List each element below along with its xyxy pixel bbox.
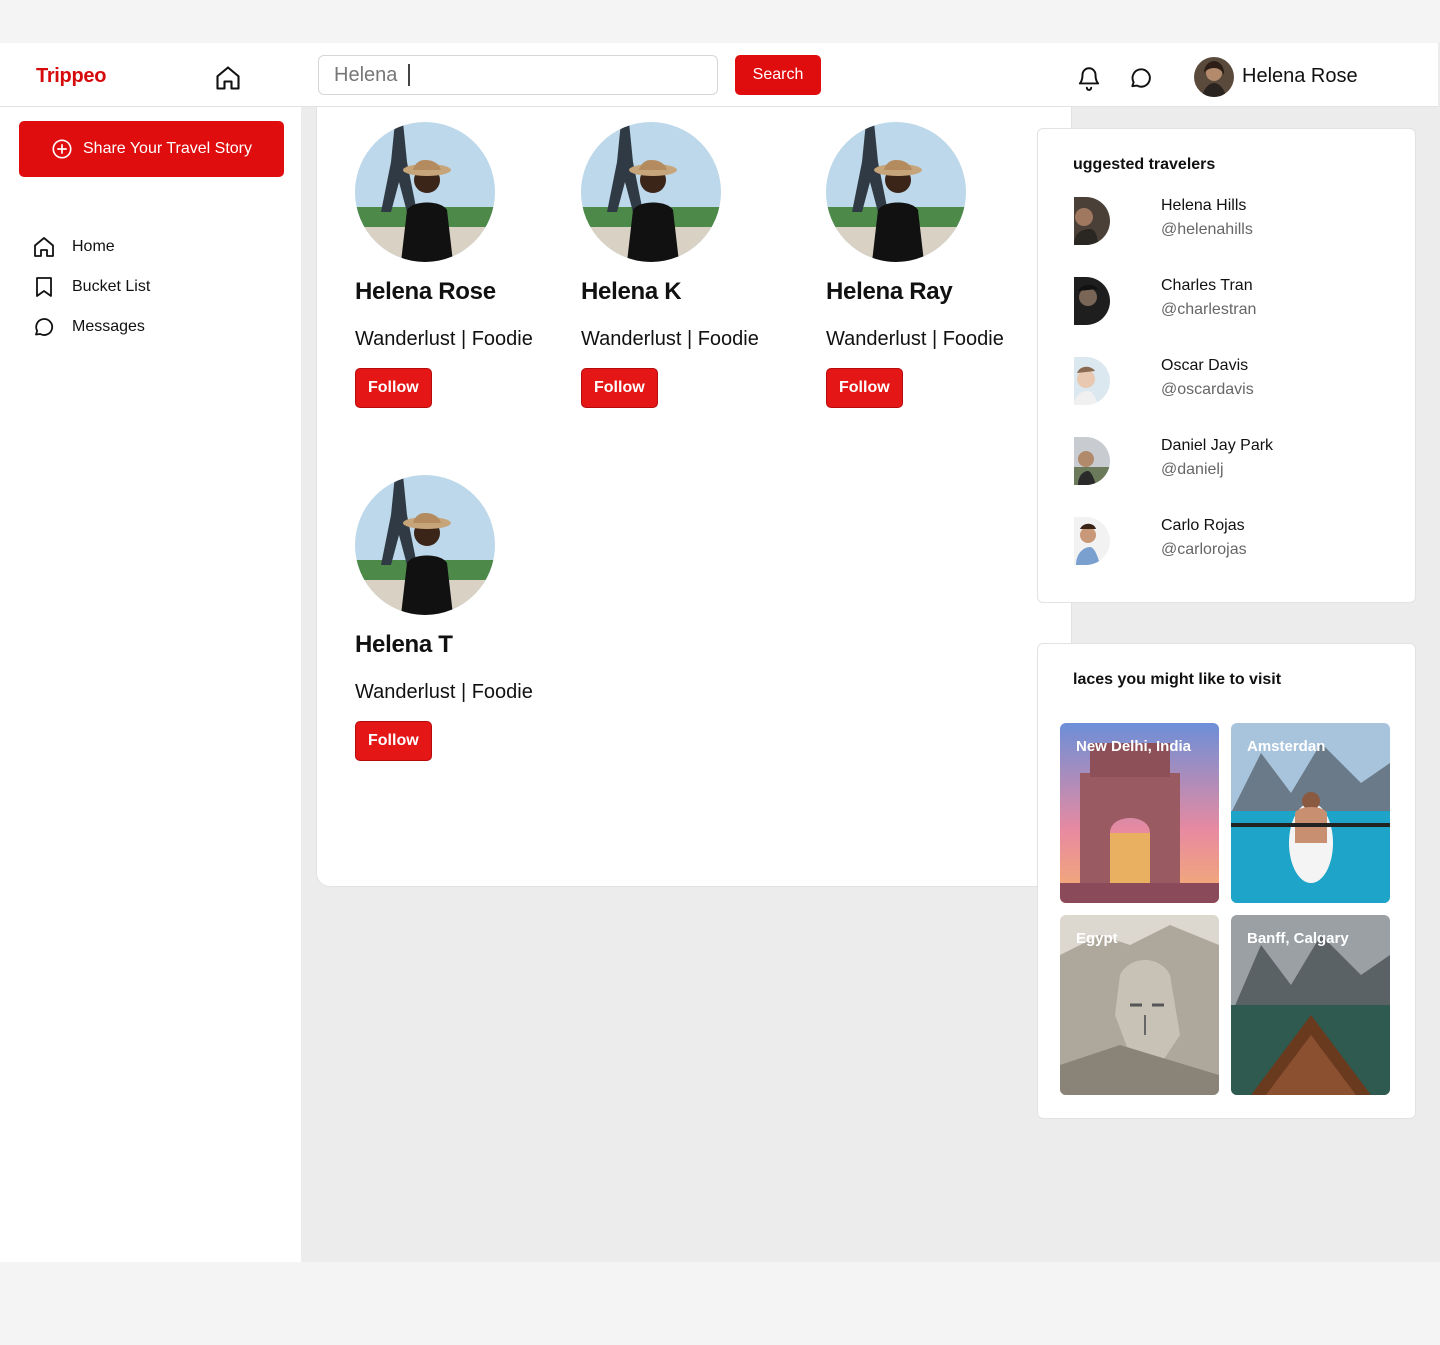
result-card: Helena Ray Wanderlust | Foodie Follow	[826, 122, 1046, 408]
app-frame: Trippeo Search Helena Rose Share Your Tr…	[0, 43, 1440, 1262]
traveler-name: Carlo Rojas	[1161, 517, 1245, 534]
traveler-item[interactable]: Daniel Jay Park @danielj	[1074, 437, 1394, 487]
search-input[interactable]	[318, 55, 718, 95]
text-cursor	[408, 64, 410, 86]
follow-button[interactable]: Follow	[355, 721, 432, 761]
share-story-button[interactable]: Share Your Travel Story	[19, 121, 284, 177]
home-icon[interactable]	[214, 64, 242, 92]
places-panel: laces you might like to visit New Delhi,…	[1037, 643, 1416, 1119]
bookmark-icon	[36, 277, 52, 297]
traveler-name: Helena Hills	[1161, 197, 1247, 214]
logo[interactable]: Trippeo	[36, 65, 106, 88]
chat-icon[interactable]	[1128, 65, 1154, 91]
sidebar-item-bucket-list[interactable]: Bucket List	[32, 275, 150, 299]
place-card[interactable]: New Delhi, India	[1060, 723, 1219, 903]
top-header: Trippeo Search Helena Rose	[0, 43, 1438, 107]
bell-icon[interactable]	[1076, 65, 1102, 91]
avatar	[1074, 277, 1110, 325]
result-avatar[interactable]	[355, 475, 495, 615]
traveler-name: Oscar Davis	[1161, 357, 1249, 374]
sidebar-item-label: Bucket List	[72, 278, 151, 295]
search-button[interactable]: Search	[735, 55, 821, 95]
result-card: Helena T Wanderlust | Foodie Follow	[355, 475, 575, 761]
suggested-travelers-panel: uggested travelers Helena Hills @helenah…	[1037, 128, 1416, 603]
avatar	[1074, 437, 1110, 485]
place-label: Amsterdan	[1247, 738, 1326, 755]
follow-button[interactable]: Follow	[355, 368, 432, 408]
result-avatar[interactable]	[581, 122, 721, 262]
follow-button[interactable]: Follow	[581, 368, 658, 408]
result-avatar[interactable]	[826, 122, 966, 262]
traveler-handle: @oscardavis	[1161, 381, 1254, 398]
avatar	[1074, 517, 1110, 565]
result-tags: Wanderlust | Foodie	[826, 328, 1004, 350]
avatar	[1074, 357, 1110, 405]
traveler-handle: @danielj	[1161, 461, 1224, 478]
search-results-panel: Helena Rose Wanderlust | Foodie Follow H…	[316, 107, 1072, 887]
plus-circle-icon	[52, 139, 72, 159]
result-tags: Wanderlust | Foodie	[581, 328, 759, 350]
sidebar: Share Your Travel Story Home Bucket List…	[0, 107, 301, 1262]
place-label: Egypt	[1076, 930, 1118, 947]
result-name[interactable]: Helena Rose	[355, 278, 575, 306]
result-tags: Wanderlust | Foodie	[355, 681, 533, 703]
traveler-item[interactable]: Helena Hills @helenahills	[1074, 197, 1394, 247]
avatar	[1074, 197, 1110, 245]
result-card: Helena K Wanderlust | Foodie Follow	[581, 122, 801, 408]
result-name[interactable]: Helena Ray	[826, 278, 1046, 306]
place-card[interactable]: Banff, Calgary	[1231, 915, 1390, 1095]
result-name[interactable]: Helena K	[581, 278, 801, 306]
place-label: Banff, Calgary	[1247, 930, 1349, 947]
avatar[interactable]	[1194, 57, 1234, 97]
traveler-item[interactable]: Charles Tran @charlestran	[1074, 277, 1394, 327]
result-name[interactable]: Helena T	[355, 631, 575, 659]
sidebar-item-messages[interactable]: Messages	[32, 315, 145, 339]
traveler-handle: @helenahills	[1161, 221, 1253, 238]
traveler-name: Charles Tran	[1161, 277, 1253, 294]
traveler-item[interactable]: Oscar Davis @oscardavis	[1074, 357, 1394, 407]
panel-title: laces you might like to visit	[1073, 671, 1282, 688]
message-icon	[35, 318, 54, 336]
result-avatar[interactable]	[355, 122, 495, 262]
profile-name[interactable]: Helena Rose	[1242, 65, 1358, 88]
traveler-item[interactable]: Carlo Rojas @carlorojas	[1074, 517, 1394, 567]
place-card[interactable]: Egypt	[1060, 915, 1219, 1095]
home-icon	[34, 237, 54, 257]
follow-button[interactable]: Follow	[826, 368, 903, 408]
panel-title: uggested travelers	[1073, 156, 1216, 173]
place-label: New Delhi, India	[1076, 738, 1192, 755]
traveler-name: Daniel Jay Park	[1161, 437, 1274, 454]
sidebar-item-label: Home	[72, 238, 115, 255]
traveler-handle: @carlorojas	[1161, 541, 1247, 558]
traveler-handle: @charlestran	[1161, 301, 1257, 318]
result-card: Helena Rose Wanderlust | Foodie Follow	[355, 122, 575, 408]
sidebar-item-home[interactable]: Home	[32, 235, 115, 259]
sidebar-item-label: Messages	[72, 318, 145, 335]
share-story-label: Share Your Travel Story	[83, 140, 252, 157]
place-card[interactable]: Amsterdan	[1231, 723, 1390, 903]
result-tags: Wanderlust | Foodie	[355, 328, 533, 350]
